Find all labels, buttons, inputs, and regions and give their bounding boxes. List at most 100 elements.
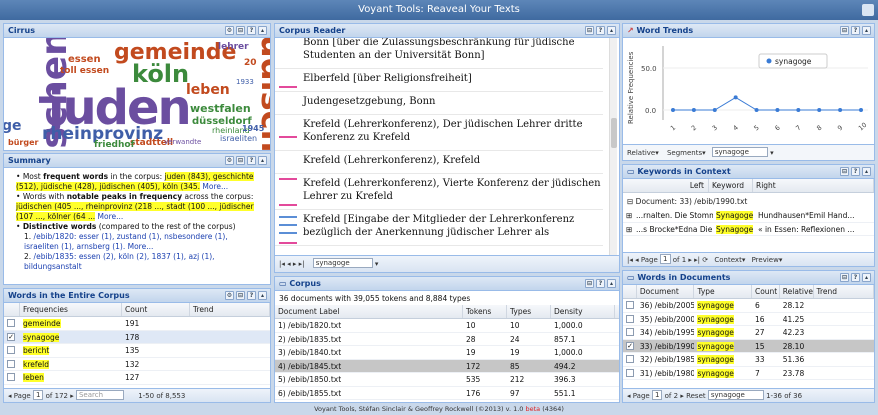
export-icon[interactable]: ⊟ <box>585 279 594 288</box>
collapse-icon[interactable]: ▴ <box>862 167 871 176</box>
series-point[interactable] <box>712 108 717 112</box>
table-row[interactable]: 5) /ebib/1850.txt 535 212 396.3 <box>275 373 619 387</box>
checkbox[interactable] <box>7 359 15 368</box>
first-page-icon[interactable]: |◂ ◂ <box>627 256 639 264</box>
settings-icon[interactable]: ⚙ <box>225 156 234 165</box>
table-row[interactable]: 4) /ebib/1845.txt 172 85 494.2 <box>275 359 619 373</box>
preview-menu[interactable]: Preview <box>752 256 779 264</box>
collapse-icon[interactable]: ▴ <box>258 156 267 165</box>
next-page-icon[interactable]: ▸ <box>680 392 684 400</box>
table-row[interactable]: 36) /ebib/2005 synagoge 6 28.12 <box>623 299 874 313</box>
more-link[interactable]: More... <box>202 182 228 191</box>
reset-button[interactable]: Reset <box>686 392 706 400</box>
table-row[interactable]: 32) /ebib/1985 synagoge 33 51.36 <box>623 353 874 367</box>
reader-search-input[interactable]: synagoge <box>312 258 373 268</box>
row-checkbox[interactable] <box>4 317 20 330</box>
cloud-word[interactable]: lehrer <box>218 42 249 52</box>
series-point[interactable] <box>775 108 780 112</box>
first-icon[interactable]: |◂ ◂ ▸ ▸| <box>279 260 304 268</box>
table-row[interactable]: 35) /ebib/2000 synagoge 16 41.25 <box>623 313 874 326</box>
checkbox[interactable] <box>626 328 634 336</box>
settings-icon[interactable]: ⚙ <box>225 291 234 300</box>
cloud-word[interactable]: 1933 <box>236 78 254 86</box>
collapse-icon[interactable]: ▴ <box>258 291 267 300</box>
dropdown-icon[interactable]: ▾ <box>375 260 379 268</box>
checkbox[interactable]: ✓ <box>7 332 15 341</box>
trends-chart[interactable]: Relative Frequencies 50.0 0.0 1234567891… <box>623 38 874 142</box>
context-menu[interactable]: Context <box>714 256 741 264</box>
help-icon[interactable]: ? <box>851 273 860 282</box>
export-icon[interactable]: ⊟ <box>840 273 849 282</box>
checkbox[interactable] <box>7 346 15 354</box>
collapse-icon[interactable]: ▴ <box>862 26 871 35</box>
prev-page-icon[interactable]: ◂ <box>627 392 631 400</box>
checkbox[interactable] <box>626 355 634 363</box>
series-point[interactable] <box>838 108 843 112</box>
table-row[interactable]: 2) /ebib/1835.txt 28 24 857.1 <box>275 333 619 346</box>
help-icon[interactable]: ? <box>247 291 256 300</box>
row-checkbox[interactable] <box>623 353 637 366</box>
export-icon[interactable]: ⊟ <box>236 26 245 35</box>
search-input[interactable]: Search <box>75 390 124 400</box>
checkbox[interactable] <box>626 301 634 309</box>
table-row[interactable]: gemeinde 191 <box>4 317 270 331</box>
col-relative[interactable]: Relative <box>780 285 814 298</box>
page-input[interactable]: 1 <box>651 390 663 400</box>
col-document[interactable]: Document <box>637 285 695 298</box>
col-left[interactable]: Left <box>623 179 709 192</box>
help-icon[interactable]: ? <box>247 156 256 165</box>
col-keyword[interactable]: Keyword <box>709 179 753 192</box>
cloud-word[interactable]: toll essen <box>60 66 109 76</box>
cloud-word[interactable]: 20 <box>244 58 257 68</box>
table-row[interactable]: ✓ 33) /ebib/1990 synagoge 15 28.10 <box>623 339 874 353</box>
series-point[interactable] <box>859 108 863 112</box>
table-row[interactable]: ✓ synagoge 178 <box>4 330 270 344</box>
kwic-group[interactable]: ⊟ Document: 33) /ebib/1990.txt <box>623 193 874 209</box>
cloud-word[interactable]: friedhof <box>94 140 135 150</box>
next-page-icon[interactable]: ▸ <box>70 392 74 400</box>
cloud-word[interactable]: essen <box>68 54 101 65</box>
cloud-word[interactable]: leben <box>186 82 230 98</box>
help-icon[interactable]: ? <box>851 167 860 176</box>
export-icon[interactable]: ⊟ <box>840 26 849 35</box>
kwic-row[interactable]: ⊞...rnalten. Die StommelnerSynagoge Hundh… <box>623 209 874 223</box>
col-types[interactable]: Types <box>507 305 551 318</box>
series-point[interactable] <box>796 108 801 112</box>
more-link[interactable]: More... <box>98 212 124 221</box>
series-point[interactable] <box>754 108 759 112</box>
footer-credit[interactable]: Voyant Tools, Stéfan Sinclair & Geoffrey… <box>314 405 523 413</box>
collapse-icon[interactable]: ▴ <box>862 273 871 282</box>
trend-chart-svg[interactable]: Relative Frequencies 50.0 0.0 1234567891… <box>623 38 874 142</box>
row-checkbox[interactable] <box>623 313 637 326</box>
cloud-word[interactable]: verwandte <box>164 138 201 146</box>
help-icon[interactable]: ? <box>851 26 860 35</box>
docs-search-input[interactable]: synagoge <box>707 390 764 400</box>
checkbox[interactable] <box>7 319 15 327</box>
cloud-word[interactable]: ge <box>4 118 22 134</box>
checkbox[interactable] <box>626 314 634 323</box>
col-density[interactable]: Density <box>551 305 615 318</box>
row-checkbox[interactable]: ✓ <box>623 340 637 353</box>
series-point[interactable] <box>817 108 822 112</box>
series-point[interactable] <box>733 95 738 100</box>
next-page-icon[interactable]: ▸ ▸| <box>688 256 700 264</box>
col-frequencies[interactable]: Frequencies <box>20 303 122 316</box>
export-icon[interactable]: ⊟ <box>236 156 245 165</box>
series-point[interactable] <box>691 108 696 112</box>
table-row[interactable]: 1) /ebib/1820.txt 10 10 1,000.0 <box>275 319 619 333</box>
cloud-word[interactable]: bürger <box>8 138 38 147</box>
page-input[interactable]: 1 <box>660 254 671 264</box>
table-row[interactable]: krefeld 132 <box>4 358 270 371</box>
relative-menu[interactable]: Relative <box>627 149 655 157</box>
first-page-icon[interactable]: ◂ <box>8 392 12 400</box>
word-cloud[interactable]: juden dischen jüdische gemeinde köln rhe… <box>4 38 270 150</box>
col-type[interactable]: Type <box>694 285 752 298</box>
reader-text[interactable]: Bonn [über die Zulassungsbeschränkung fü… <box>275 38 619 246</box>
col-tokens[interactable]: Tokens <box>463 305 507 318</box>
row-checkbox[interactable] <box>4 344 20 357</box>
series-point[interactable] <box>671 108 675 112</box>
export-icon[interactable]: ⊟ <box>236 291 245 300</box>
help-icon[interactable]: ? <box>596 279 605 288</box>
collapse-icon[interactable]: ▴ <box>607 279 616 288</box>
row-checkbox[interactable] <box>4 358 20 371</box>
